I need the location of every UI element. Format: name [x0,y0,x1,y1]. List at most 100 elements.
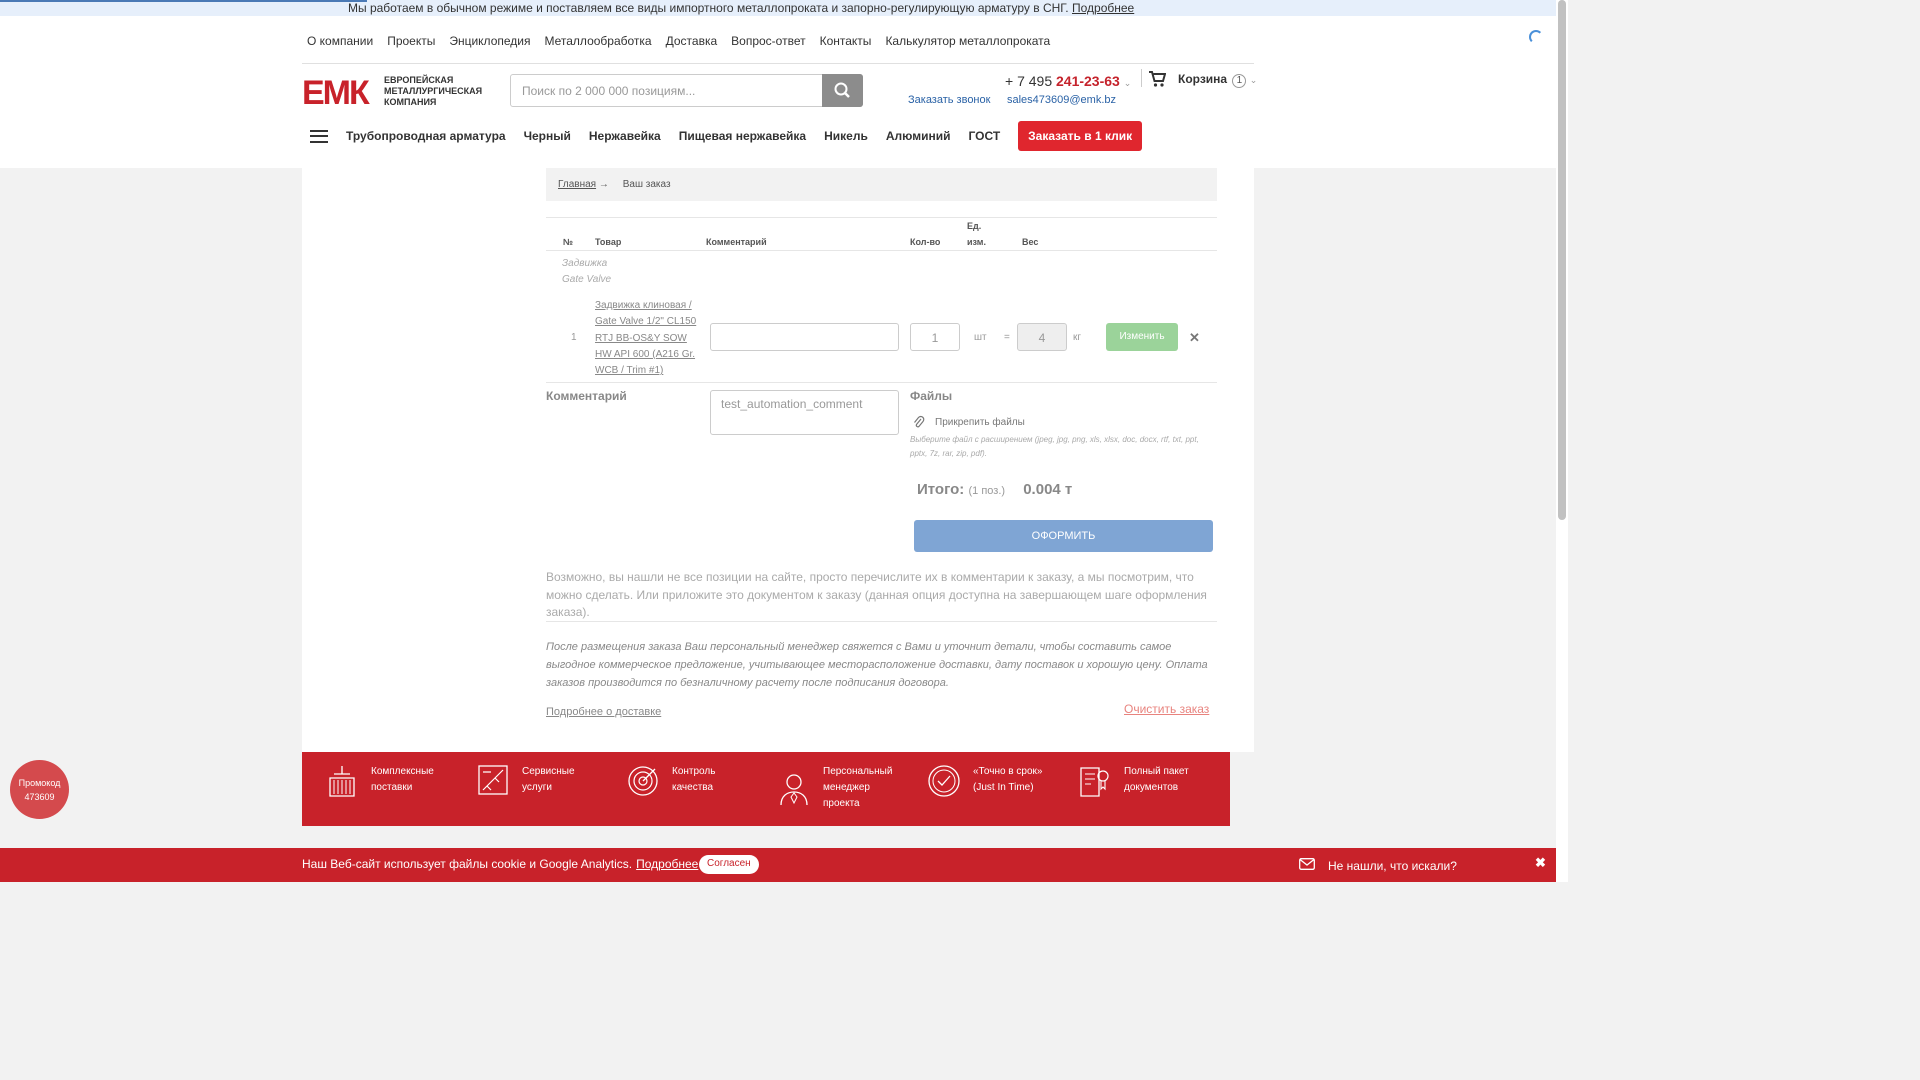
search-button[interactable] [822,74,863,107]
phone-main: 241-23-63 [1056,73,1120,89]
category-gost[interactable]: ГОСТ [968,129,1000,143]
promo-label: Промокод [18,778,61,788]
quantity-input[interactable]: 1 [910,323,960,351]
menu-icon[interactable] [310,129,328,143]
logo-line-2: МЕТАЛЛУРГИЧЕСКАЯ [384,86,482,96]
col-comment: Комментарий [706,237,767,247]
phone-number[interactable]: + 7 495 241-23-63 ⌄ [1005,73,1131,89]
delete-row-icon[interactable]: ✕ [1189,330,1200,346]
announcement-bar: Мы работаем в обычном режиме и поставляе… [0,0,1556,16]
feature-services: Сервисные услуги [477,764,597,798]
checkout-button[interactable]: ОФОРМИТЬ [914,520,1213,552]
category-pipeline-valves[interactable]: Трубопроводная арматура [346,129,506,143]
category-aluminium[interactable]: Алюминий [886,129,951,143]
total-value: 0.004 т [1023,481,1073,498]
announcement-more-link[interactable]: Подробнее [1072,1,1134,15]
breadcrumb-current: Ваш заказ [622,179,671,190]
cart-icon[interactable] [1148,70,1166,88]
breadcrumb-arrow: → [598,179,609,190]
cart-count-badge: 1 [1232,74,1247,88]
total-positions: (1 поз.) [968,485,1006,497]
feature-text-6: Полный пакет документов [1124,766,1189,793]
header-separator [1141,69,1142,87]
topnav-item-calculator[interactable]: Калькулятор металлопроката [885,34,1050,48]
category-black-metal[interactable]: Черный [524,129,571,143]
total-label: Итого: [917,481,965,498]
clear-order-link[interactable]: Очистить заказ [1124,702,1209,716]
topnav-item-metalworking[interactable]: Металлообработка [544,34,651,48]
company-logo[interactable]: ЕМК ЕВРОПЕЙСКАЯ МЕТАЛЛУРГИЧЕСКАЯ КОМПАНИ… [302,74,495,107]
cookie-text: Наш Веб-сайт использует файлы cookie и G… [302,857,633,871]
order-one-click-button[interactable]: Заказать в 1 клик [1018,121,1143,151]
file-types-hint: Выберите файл с расширением (jpeg, jpg, … [910,435,1199,458]
cart-label: Корзина [1178,72,1228,86]
blueprint-tools-icon [478,765,508,795]
order-table-header: № Товар Комментарий Кол-во Ед. изм. Вес [546,217,1217,251]
email-link[interactable]: sales473609@emk.bz [1007,94,1116,106]
change-button[interactable]: Изменить [1106,323,1178,351]
paperclip-icon[interactable] [913,415,925,430]
cart-button[interactable]: Корзина 1 ⌄ [1178,72,1257,88]
group-name-ru: Задвижка [562,258,608,269]
logo-line-1: ЕВРОПЕЙСКАЯ [384,74,453,85]
container-crane-icon [329,766,355,797]
header-divider [302,63,1254,64]
group-name-en: Gate Valve [562,274,612,285]
chat-close-icon[interactable]: ✖ [1535,855,1546,871]
search-icon [834,82,850,98]
logo-mark-text: ЕМК [302,74,370,107]
manager-note: После размещения заказа Ваш персональный… [546,641,1208,689]
scrollbar-thumb[interactable] [1558,0,1566,520]
feature-just-in-time: «Точно в срок» (Just In Time) [928,764,1053,798]
col-unit-line2: изм. [967,237,986,247]
cookie-more-link[interactable]: Подробнее [636,857,698,871]
category-food-stainless[interactable]: Пищевая нержавейка [679,129,806,143]
feature-quality-control: Контроль качества [627,764,747,798]
phone-prefix: + 7 495 [1005,73,1056,89]
promo-code-badge[interactable]: Промокод 473609 [10,760,69,819]
callback-link[interactable]: Заказать звонок [908,94,990,106]
chevron-down-icon: ⌄ [1123,78,1132,88]
feature-text-5: «Точно в срок» (Just In Time) [973,766,1043,793]
unit-label: шт [974,332,987,343]
attach-files-link[interactable]: Прикрепить файлы [935,417,1025,428]
equals-sign: = [1004,332,1010,343]
category-stainless[interactable]: Нержавейка [589,129,661,143]
order-total: Итого: (1 поз.) 0.004 т [917,481,1072,498]
feature-complex-supply: Комплексные поставки [326,764,446,798]
col-weight: Вес [1022,237,1039,247]
chat-widget[interactable]: Не нашли, что искали? ✖ [1286,848,1556,882]
topnav-item-about[interactable]: О компании [307,34,373,48]
loading-spinner-icon [1529,30,1543,44]
document-certificate-icon [1080,767,1109,797]
search-input[interactable]: Поиск по 2 000 000 позициям... [510,74,863,107]
features-banner: Комплексные поставки Сервисные услуги Ко… [302,752,1230,826]
col-product: Товар [595,237,622,247]
feature-text-4: Персональный менеджер проекта [823,766,893,809]
feature-text-2: Сервисные услуги [522,766,575,793]
row-comment-input[interactable] [710,323,899,351]
topnav-item-delivery[interactable]: Доставка [666,34,718,48]
order-comment-label: Комментарий [546,389,627,403]
topnav-item-encyclopedia[interactable]: Энциклопедия [449,34,530,48]
cookie-agree-button[interactable]: Согласен [699,855,759,874]
files-label: Файлы [910,389,953,403]
order-comment-textarea[interactable]: test_automation_comment [710,390,899,435]
delivery-details-link[interactable]: Подробнее о доставке [546,706,661,718]
weight-input[interactable]: 4 [1017,323,1067,351]
clock-icon [928,765,960,797]
breadcrumb-home-link[interactable]: Главная [558,179,596,190]
page-scrollbar[interactable] [1556,0,1568,882]
col-number: № [563,237,574,247]
product-link[interactable]: Задвижка клиновая / Gate Valve 1/2" CL15… [595,298,703,379]
feature-documents: Полный пакет документов [1079,764,1204,798]
feature-text-3: Контроль качества [672,766,716,793]
category-nickel[interactable]: Никель [824,129,868,143]
page-load-progress [0,0,367,2]
topnav-item-contacts[interactable]: Контакты [820,34,872,48]
col-qty: Кол-во [910,237,941,247]
topnav-item-projects[interactable]: Проекты [387,34,435,48]
manager-icon [780,774,808,806]
info-note: Возможно, вы нашли не все позиции на сай… [546,570,1207,619]
topnav-item-faq[interactable]: Вопрос-ответ [731,34,805,48]
